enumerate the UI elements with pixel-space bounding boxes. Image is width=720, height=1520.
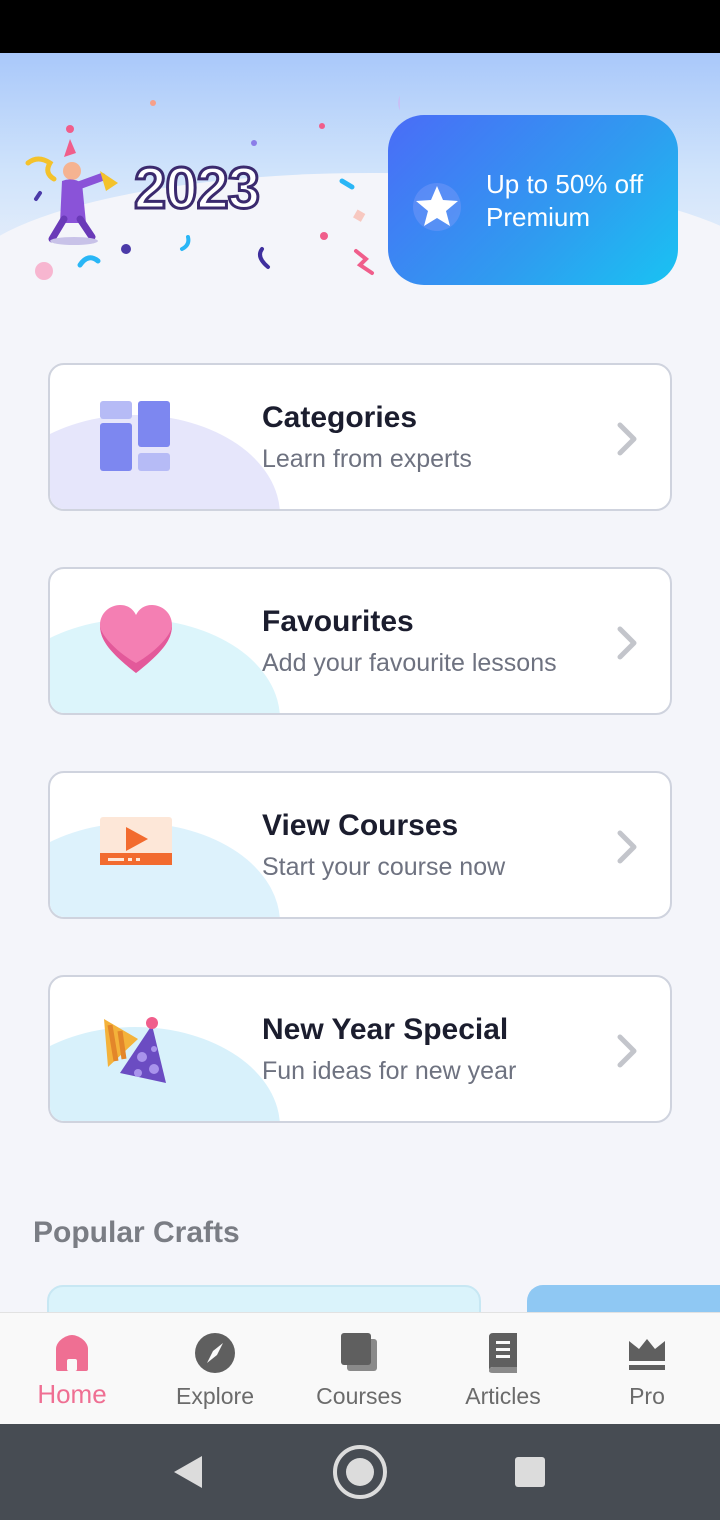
chevron-right-icon xyxy=(617,830,637,864)
star-icon xyxy=(413,183,461,231)
nav-home[interactable]: Home xyxy=(0,1313,144,1425)
courses-icon xyxy=(341,1333,377,1371)
view-courses-card[interactable]: View Courses Start your course now xyxy=(48,771,672,919)
card-title: New Year Special xyxy=(262,1013,509,1046)
nav-pro[interactable]: Pro xyxy=(575,1313,719,1425)
recents-icon[interactable] xyxy=(480,1424,580,1520)
year-2023-title: 2023 xyxy=(132,155,261,223)
card-subtitle: Start your course now xyxy=(262,853,506,881)
heart-icon xyxy=(100,605,172,673)
status-bar xyxy=(0,0,720,53)
categories-card[interactable]: Categories Learn from experts xyxy=(48,363,672,511)
card-subtitle: Learn from experts xyxy=(262,445,472,473)
home-circle-icon[interactable] xyxy=(310,1424,410,1520)
nav-articles[interactable]: Articles xyxy=(431,1313,575,1425)
home-icon xyxy=(56,1335,88,1371)
compass-icon xyxy=(195,1333,235,1373)
nav-courses[interactable]: Courses xyxy=(287,1313,431,1425)
new-year-special-card[interactable]: New Year Special Fun ideas for new year xyxy=(48,975,672,1123)
popular-crafts-heading: Popular Crafts xyxy=(33,1216,240,1249)
card-title: Categories xyxy=(262,401,418,434)
chevron-right-icon xyxy=(617,1034,637,1068)
favourites-card[interactable]: Favourites Add your favourite lessons xyxy=(48,567,672,715)
grid-icon xyxy=(100,401,170,471)
promo-text: Up to 50% off Premium xyxy=(486,168,666,234)
crown-icon xyxy=(629,1339,665,1370)
bottom-navigation: Home Explore Courses Articles Pro xyxy=(0,1312,720,1424)
promo-line-1: Up to 50% off xyxy=(486,169,644,199)
chevron-right-icon xyxy=(617,422,637,456)
book-icon xyxy=(489,1333,517,1373)
card-title: View Courses xyxy=(262,809,459,842)
nav-label: Explore xyxy=(176,1383,254,1409)
party-hat-icon xyxy=(104,1017,166,1083)
back-icon[interactable] xyxy=(138,1424,238,1520)
nav-label: Pro xyxy=(629,1383,665,1409)
card-title: Favourites xyxy=(262,605,414,638)
card-subtitle: Fun ideas for new year xyxy=(262,1057,517,1085)
nav-explore[interactable]: Explore xyxy=(143,1313,287,1425)
nav-label: Home xyxy=(37,1379,107,1409)
promo-line-2: Premium xyxy=(486,202,591,232)
nav-label: Courses xyxy=(316,1383,402,1409)
system-navigation-bar xyxy=(0,1424,720,1520)
chevron-right-icon xyxy=(617,626,637,660)
nav-label: Articles xyxy=(465,1383,541,1409)
video-icon xyxy=(100,817,172,865)
card-subtitle: Add your favourite lessons xyxy=(262,649,557,677)
